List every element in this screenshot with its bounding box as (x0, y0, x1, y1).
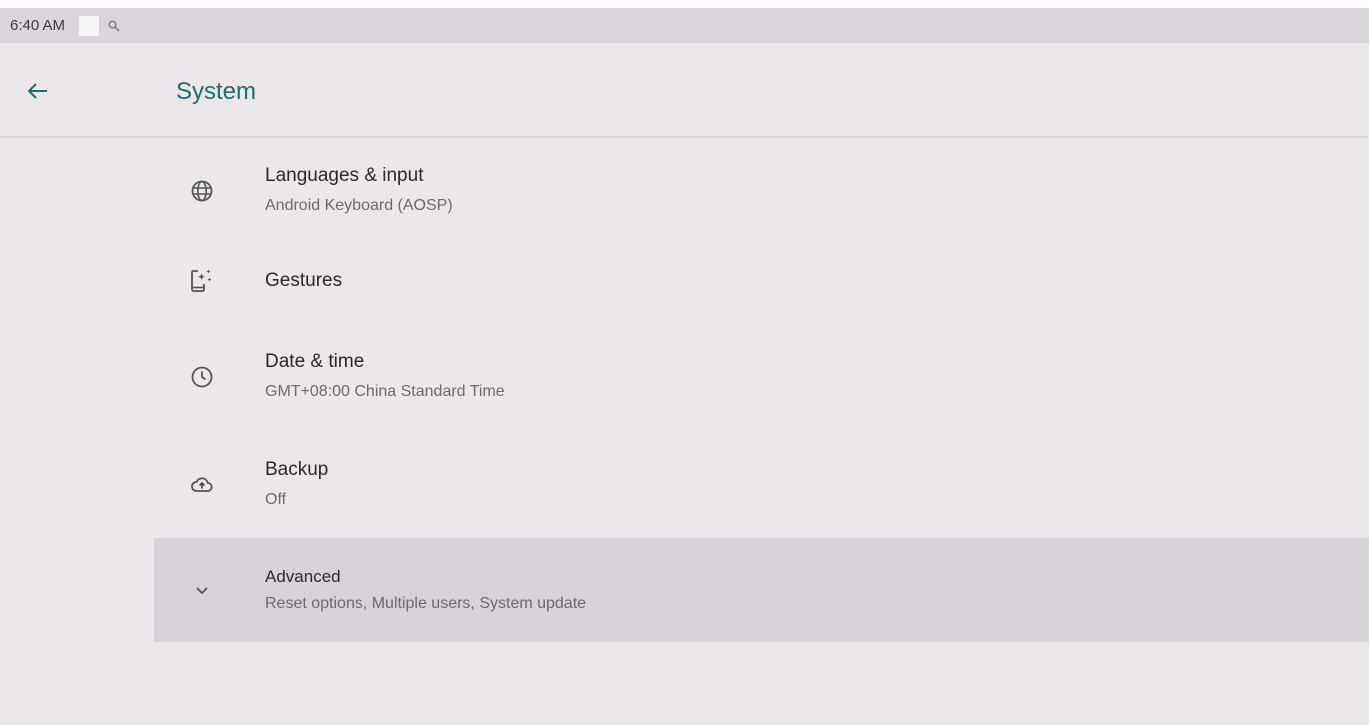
globe-icon (188, 177, 216, 205)
page-title: System (176, 78, 257, 105)
settings-item-date-time[interactable]: Date & time GMT+08:00 China Standard Tim… (154, 334, 1369, 424)
item-subtitle: GMT+08:00 China Standard Time (265, 383, 505, 400)
arrow-back-icon (26, 79, 50, 103)
item-title: Date & time (265, 351, 365, 372)
item-subtitle: Off (265, 491, 287, 508)
item-subtitle: Reset options, Multiple users, System up… (265, 595, 587, 612)
item-title: Languages & input (265, 165, 424, 186)
item-title: Gestures (265, 270, 343, 291)
cloud-backup-icon (188, 471, 216, 499)
item-title: Advanced (265, 567, 341, 586)
settings-item-backup[interactable]: Backup Off (154, 442, 1369, 532)
chevron-down-icon (188, 576, 216, 604)
item-title: Backup (265, 459, 329, 480)
settings-item-advanced[interactable]: Advanced Reset options, Multiple users, … (154, 538, 1369, 642)
clock-icon (188, 363, 216, 391)
back-button[interactable] (18, 71, 58, 111)
gesture-phone-icon (188, 267, 216, 295)
settings-item-gestures[interactable]: Gestures (154, 238, 1369, 324)
settings-screen: 6:40 AM System Languages & input Android… (0, 8, 1369, 725)
settings-item-languages[interactable]: Languages & input Android Keyboard (AOSP… (154, 148, 1369, 228)
notification-placeholder-icon (79, 15, 100, 36)
status-time: 6:40 AM (10, 17, 66, 34)
status-bar: 6:40 AM (0, 8, 1369, 43)
app-bar: System (0, 43, 1369, 136)
item-subtitle: Android Keyboard (AOSP) (265, 197, 453, 214)
search-icon (108, 20, 120, 32)
